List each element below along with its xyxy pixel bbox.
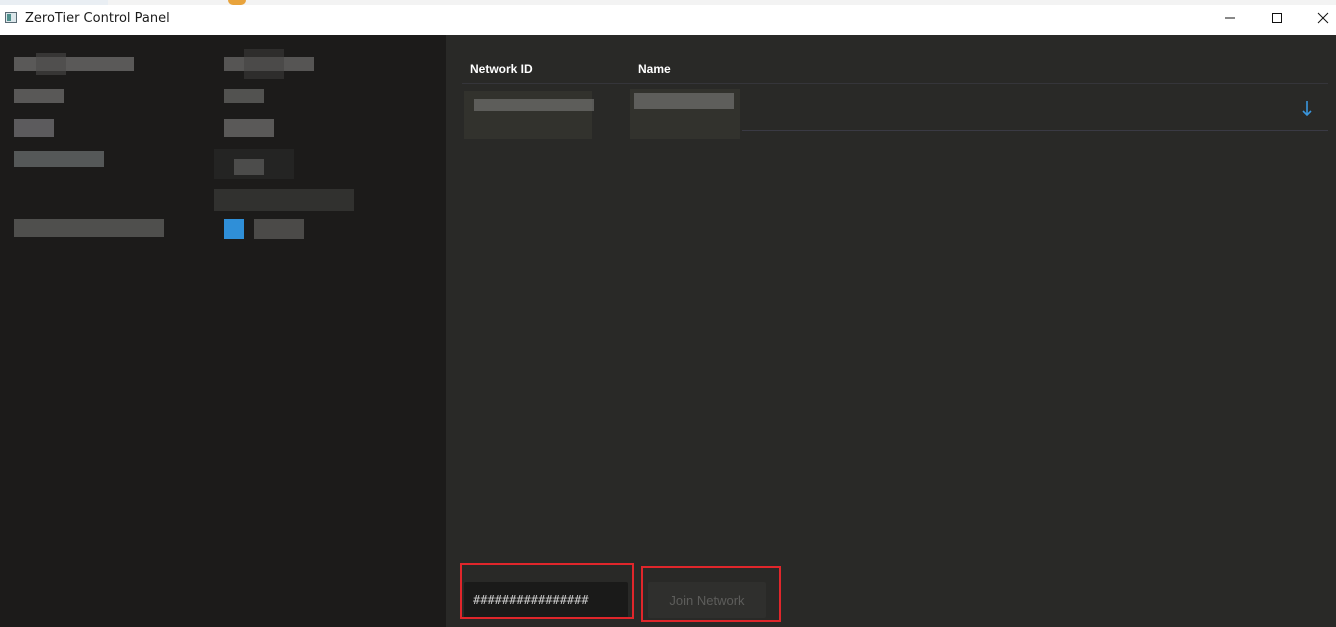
redacted-label bbox=[14, 219, 164, 237]
app-window-icon bbox=[5, 12, 17, 23]
column-header-network-id[interactable]: Network ID bbox=[470, 62, 533, 76]
redacted-value bbox=[244, 49, 284, 79]
row-divider bbox=[742, 130, 1328, 131]
background-window-strip bbox=[0, 0, 1336, 5]
close-button[interactable] bbox=[1300, 0, 1336, 35]
title-bar[interactable]: ZeroTier Control Panel bbox=[0, 0, 1336, 35]
column-header-name[interactable]: Name bbox=[638, 62, 671, 76]
networks-panel: Network ID Name Join Network bbox=[446, 35, 1336, 627]
join-network-button[interactable]: Join Network bbox=[648, 582, 766, 618]
window-title: ZeroTier Control Panel bbox=[25, 11, 170, 26]
maximize-icon bbox=[1272, 12, 1282, 23]
network-id-input[interactable] bbox=[464, 582, 628, 618]
redacted-value bbox=[224, 119, 274, 137]
node-info-panel bbox=[0, 35, 446, 627]
minimize-button[interactable] bbox=[1207, 0, 1253, 35]
redacted-label bbox=[14, 151, 104, 167]
maximize-button[interactable] bbox=[1254, 0, 1300, 35]
redacted-label bbox=[14, 89, 64, 103]
redacted-label bbox=[14, 57, 134, 71]
close-icon bbox=[1317, 12, 1329, 23]
download-arrow-icon[interactable] bbox=[1298, 99, 1316, 119]
redacted-value bbox=[224, 89, 264, 103]
redacted-label bbox=[36, 53, 66, 75]
redacted-status-indicator bbox=[224, 219, 244, 239]
redacted-value bbox=[234, 159, 264, 175]
redacted-label bbox=[14, 119, 54, 137]
header-divider bbox=[462, 83, 1328, 84]
minimize-icon bbox=[1225, 17, 1235, 18]
redacted-network-name bbox=[634, 93, 734, 109]
redacted-value bbox=[214, 189, 354, 211]
redacted-value bbox=[254, 219, 304, 239]
redacted-network-id bbox=[474, 99, 594, 111]
